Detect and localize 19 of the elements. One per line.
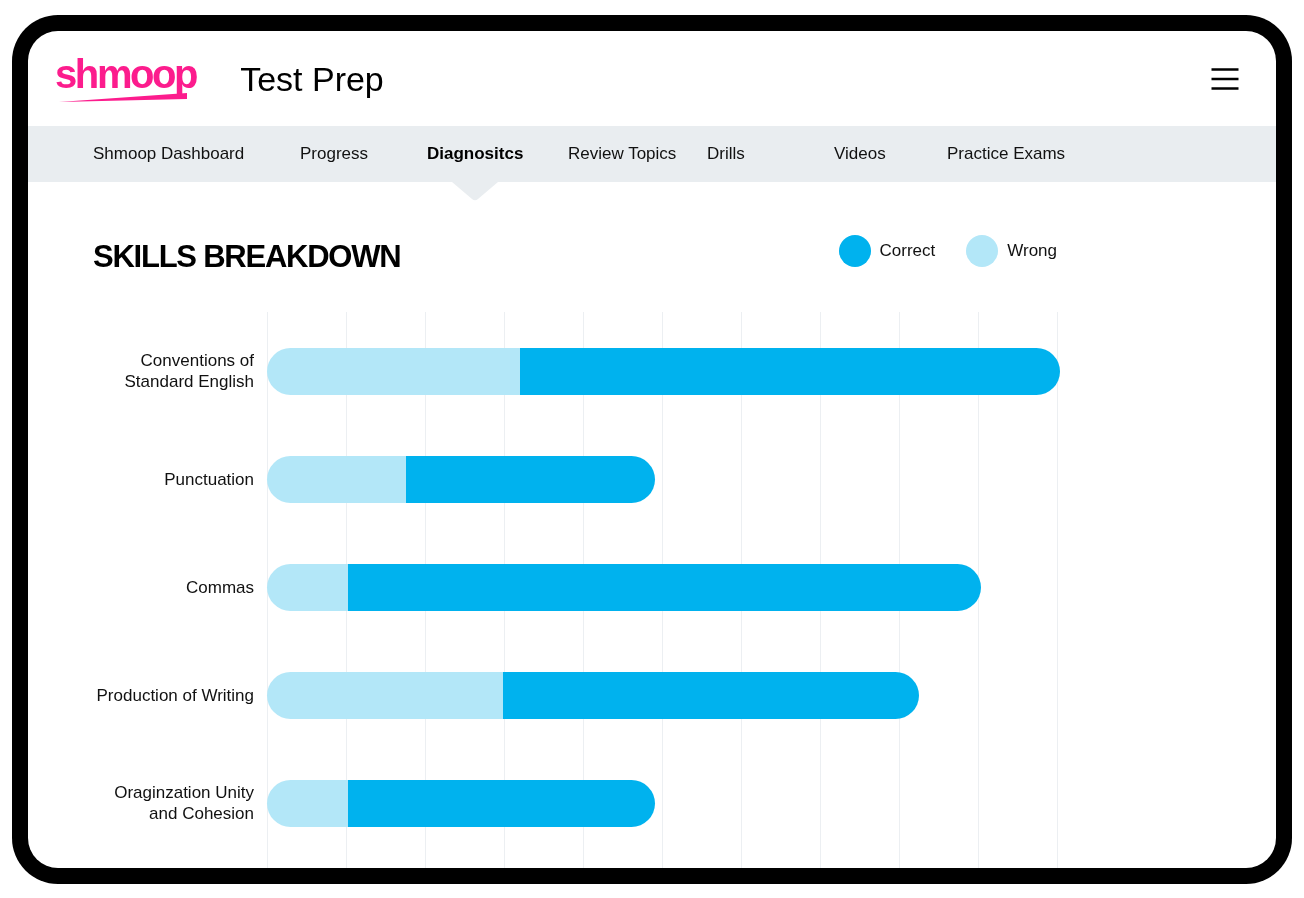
legend-label: Correct (879, 240, 936, 262)
nav-tab[interactable]: Progress (300, 143, 369, 165)
nav-tab[interactable]: Shmoop Dashboard (93, 143, 245, 165)
section-title: SKILLS BREAKDOWN (93, 238, 401, 276)
page-title: Test Prep (240, 58, 384, 99)
menu-icon (1211, 67, 1239, 90)
skill-label: Conventions of Standard English (123, 350, 254, 392)
legend-label: Wrong (1007, 240, 1057, 262)
nav-tab[interactable]: Diagnositcs (427, 143, 524, 165)
logo: shmoop (55, 54, 197, 103)
nav-tab[interactable]: Practice Exams (947, 143, 1066, 165)
nav-tab[interactable]: Review Topics (568, 143, 677, 165)
skill-label: Punctuation (164, 468, 254, 490)
nav-tab[interactable]: Drills (707, 143, 745, 165)
nav-tab[interactable]: Videos (834, 143, 886, 165)
skill-label: Oraginzation Unity and Cohesion (113, 782, 254, 824)
skill-label: Production of Writing (96, 684, 254, 706)
skill-label: Commas (186, 576, 254, 598)
menu-button[interactable] (1211, 67, 1239, 90)
